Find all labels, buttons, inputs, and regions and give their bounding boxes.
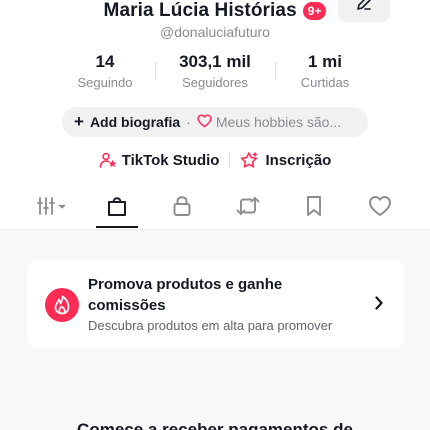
- promo-title: Promova produtos e ganhe comissões: [88, 276, 283, 314]
- grid-icon: [36, 195, 70, 222]
- tab-reposts[interactable]: [226, 188, 270, 228]
- profile-header: Maria Lúcia Histórias 9+ @donaluciafutur…: [0, 0, 430, 228]
- hobby-text: Meus hobbies são...: [215, 114, 342, 130]
- stats-row: 14 Seguindo 303,1 mil Seguidores 1 mi Cu…: [0, 52, 430, 96]
- edit-profile-button[interactable]: [338, 0, 390, 22]
- stat-value: 303,1 mil: [179, 52, 251, 71]
- subscription-link[interactable]: Inscrição: [240, 151, 331, 169]
- shop-content-area: Promova produtos e ganhe comissões Descu…: [0, 229, 430, 430]
- stat-label: Seguindo: [77, 75, 133, 90]
- stat-value: 14: [95, 52, 115, 71]
- profile-tabs: [0, 188, 430, 228]
- lock-icon: [171, 194, 193, 223]
- promo-subtitle: Descubra produtos em alta para promover: [88, 318, 333, 333]
- add-bio-label: Add biografia: [89, 114, 181, 130]
- repost-icon: [235, 194, 261, 223]
- display-name: Maria Lúcia Histórias: [103, 0, 297, 21]
- add-bio-button[interactable]: + Add biografia: [74, 112, 180, 132]
- username: @donaluciafuturo: [160, 24, 270, 40]
- subscription-label: Inscrição: [265, 151, 332, 169]
- active-tab-indicator: [96, 226, 138, 228]
- tab-favorites[interactable]: [292, 188, 336, 228]
- heart-outline-icon: [197, 113, 212, 131]
- stat-following[interactable]: 14 Seguindo: [55, 52, 155, 96]
- tab-videos[interactable]: [30, 188, 76, 228]
- promote-products-card[interactable]: Promova produtos e ganhe comissões Descu…: [27, 261, 404, 347]
- tiktok-studio-link[interactable]: TikTok Studio: [99, 151, 220, 169]
- tab-private[interactable]: [160, 188, 204, 228]
- hobby-suggestion[interactable]: Meus hobbies são...: [197, 113, 342, 131]
- chevron-right-icon: [374, 295, 384, 316]
- bio-separator: ·: [186, 114, 191, 130]
- stat-label: Seguidores: [182, 75, 248, 90]
- subscription-star-icon: [240, 151, 260, 169]
- earnings-heading: Comece a receber pagamentos de: [77, 420, 353, 430]
- bookmark-icon: [304, 194, 324, 223]
- flame-icon: [45, 288, 79, 322]
- divider: [229, 152, 231, 168]
- plus-icon: +: [74, 112, 84, 131]
- heart-icon: [368, 195, 392, 222]
- shopping-bag-icon: [105, 194, 129, 223]
- person-star-icon: [99, 151, 117, 169]
- pencil-icon: [355, 0, 373, 17]
- add-bio-pill[interactable]: + Add biografia · Meus hobbies são...: [62, 107, 368, 137]
- tab-liked[interactable]: [358, 188, 402, 228]
- stat-likes[interactable]: 1 mi Curtidas: [275, 52, 375, 96]
- studio-label: TikTok Studio: [121, 151, 220, 169]
- tab-shop[interactable]: [96, 188, 138, 228]
- stat-label: Curtidas: [300, 75, 350, 90]
- creator-links-row: TikTok Studio Inscrição: [0, 148, 430, 172]
- stat-value: 1 mi: [307, 52, 343, 71]
- stat-followers[interactable]: 303,1 mil Seguidores: [155, 52, 275, 96]
- notification-badge[interactable]: 9+: [302, 2, 327, 20]
